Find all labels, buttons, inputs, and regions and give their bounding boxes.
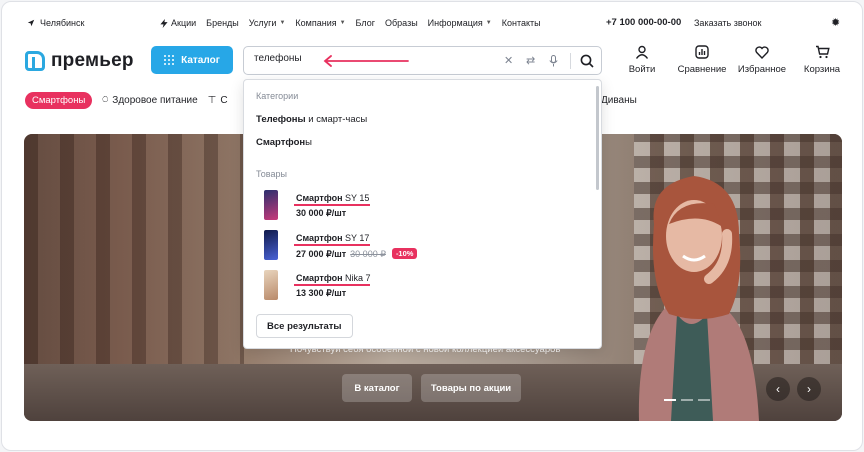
grid-dots-icon [164, 55, 175, 65]
lightning-icon [160, 18, 168, 28]
category-strip: Смартфоны ⍥ Здоровое питание ⊤ С [25, 92, 228, 109]
header-actions: Войти Сравнение Избранное Корзина [612, 44, 852, 75]
catalog-button[interactable]: Каталог [151, 46, 233, 74]
apple-icon: ⍥ [102, 95, 109, 106]
nav-company-label: Компания [295, 18, 337, 28]
catalog-label: Каталог [181, 54, 220, 66]
callback-link[interactable]: Заказать звонок [694, 18, 761, 28]
user-icon [635, 45, 649, 59]
logo-text: премьер [51, 50, 134, 71]
product-item[interactable]: Смартфон Nika 7 13 300 ₽/шт [256, 268, 556, 304]
discount-badge: -10% [391, 248, 418, 259]
suggestion-rest: ы [305, 137, 312, 148]
nav-info-label: Информация [427, 18, 483, 28]
nav-promo-label: Акции [171, 18, 197, 28]
category-chip-active[interactable]: Смартфоны [25, 92, 93, 109]
chevron-right-icon: › [807, 382, 811, 396]
nav-company[interactable]: Компания ▼ [295, 18, 345, 28]
dropdown-scrollbar[interactable] [596, 86, 599, 190]
suggestion-item[interactable]: Смартфоны [256, 137, 312, 148]
nav-looks[interactable]: Образы [385, 18, 418, 28]
microphone-icon[interactable] [549, 55, 558, 67]
hero-prev-button[interactable]: ‹ [766, 377, 790, 401]
product-underline [294, 244, 370, 246]
pagination-dot[interactable] [664, 399, 676, 401]
product-price: 13 300 ₽/шт [296, 288, 347, 298]
pagination-dot[interactable] [681, 399, 693, 401]
logo[interactable]: премьер [25, 50, 134, 72]
product-item[interactable]: Смартфон SY 15 30 000 ₽/шт [256, 188, 556, 224]
nav-info[interactable]: Информация ▼ [428, 18, 492, 28]
favorites-label: Избранное [737, 64, 787, 75]
chevron-down-icon: ▼ [279, 20, 286, 26]
compare-button[interactable]: Сравнение [672, 44, 732, 75]
search-box: ✕ ⇄ [243, 46, 602, 75]
product-price: 27 000 ₽/шт 30 000 ₽ -10% [296, 248, 418, 260]
hero-woman-image [638, 176, 759, 421]
suggestion-rest: и смарт-часы [305, 114, 368, 125]
city-label: Челябинск [40, 18, 85, 28]
heart-icon [755, 45, 769, 59]
suggestion-match: Смартфон [256, 137, 306, 148]
product-thumbnail [264, 270, 278, 300]
location-arrow-icon [27, 19, 35, 27]
filter-icon[interactable]: ⇄ [526, 54, 535, 67]
login-label: Войти [628, 64, 656, 75]
products-heading: Товары [256, 169, 287, 179]
shirt-icon: ⊤ [207, 95, 217, 106]
product-item[interactable]: Смартфон SY 17 27 000 ₽/шт 30 000 ₽ -10% [256, 228, 556, 264]
chevron-down-icon: ▼ [485, 20, 492, 26]
search-divider [570, 53, 571, 69]
login-button[interactable]: Войти [612, 44, 672, 75]
chevron-down-icon: ▼ [339, 20, 346, 26]
nav-brands[interactable]: Бренды [206, 18, 239, 28]
nav-promo[interactable]: Акции [160, 18, 196, 28]
product-underline [294, 204, 370, 206]
product-thumbnail [264, 230, 278, 260]
hero-catalog-button[interactable]: В каталог [342, 374, 412, 402]
product-name: Смартфон SY 17 [296, 233, 370, 243]
nav-contacts[interactable]: Контакты [502, 18, 541, 28]
theme-toggle-sun-icon[interactable]: ✹ [831, 16, 840, 29]
hero-sale-button[interactable]: Товары по акции [421, 374, 521, 402]
category-label: С [220, 95, 228, 106]
product-price: 30 000 ₽/шт [296, 208, 347, 218]
suggestion-item[interactable]: Телефоны и смарт-часы [256, 114, 367, 125]
product-old-price: 30 000 ₽ [350, 249, 386, 259]
cart-button[interactable]: Корзина [792, 44, 852, 75]
phone-number[interactable]: +7 100 000-00-00 [606, 17, 681, 28]
hero-next-button[interactable]: › [797, 377, 821, 401]
category-label: Здоровое питание [112, 95, 198, 106]
product-thumbnail [264, 190, 278, 220]
page-frame: Челябинск Акции Бренды Услуги ▼ Компания ▼… [1, 1, 863, 451]
hero-pagination [664, 399, 710, 401]
annotation-arrow-icon [323, 55, 409, 67]
compare-label: Сравнение [677, 64, 727, 75]
nav-services-label: Услуги [248, 18, 277, 28]
logo-mark-icon [25, 51, 45, 71]
chevron-left-icon: ‹ [776, 382, 780, 396]
pagination-dot[interactable] [698, 399, 710, 401]
all-results-button[interactable]: Все результаты [256, 314, 353, 338]
search-icon[interactable] [580, 54, 594, 68]
top-nav: Акции Бренды Услуги ▼ Компания ▼ Блог Обра… [160, 18, 541, 28]
categories-heading: Категории [256, 91, 299, 101]
city-selector[interactable]: Челябинск [27, 18, 84, 28]
suggestion-match: Телефоны [256, 114, 306, 125]
top-bar: Челябинск Акции Бренды Услуги ▼ Компания ▼… [2, 2, 862, 42]
search-suggestions-dropdown: Категории Телефоны и смарт-часы Смартфон… [243, 79, 602, 349]
category-healthy-food[interactable]: ⍥ Здоровое питание [102, 95, 197, 106]
product-underline [294, 284, 370, 286]
cart-icon [815, 45, 830, 59]
category-clothes[interactable]: ⊤ С [208, 95, 228, 106]
chart-icon [695, 45, 709, 59]
cart-label: Корзина [803, 64, 841, 75]
product-name: Смартфон SY 15 [296, 193, 370, 203]
favorites-button[interactable]: Избранное [732, 44, 792, 75]
clear-icon[interactable]: ✕ [504, 54, 513, 67]
category-sofas[interactable]: Диваны [601, 95, 637, 106]
nav-services[interactable]: Услуги ▼ [249, 18, 286, 28]
product-name: Смартфон Nika 7 [296, 273, 371, 283]
nav-blog[interactable]: Блог [356, 18, 375, 28]
